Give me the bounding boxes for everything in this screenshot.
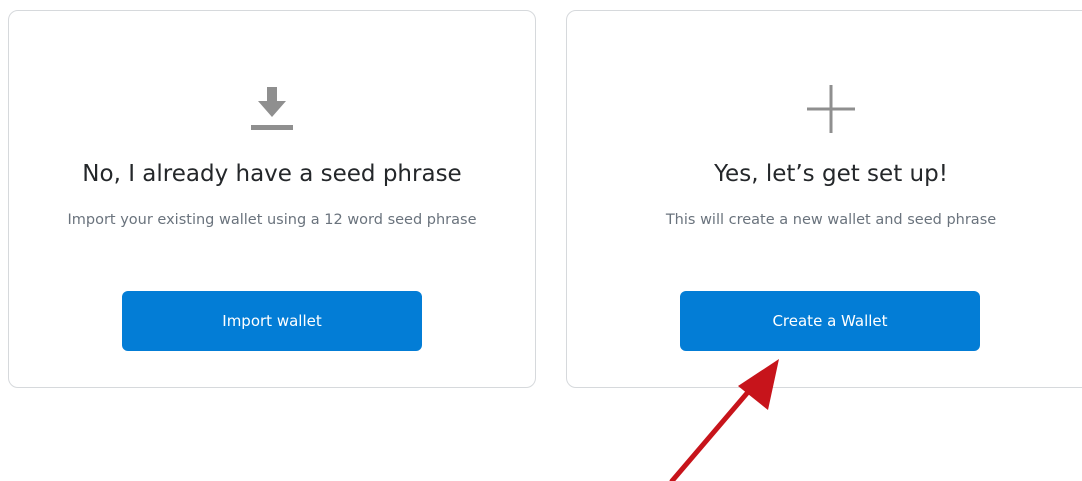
create-wallet-card: Yes, let’s get set up! This will create … <box>566 10 1082 388</box>
download-icon <box>242 79 302 139</box>
import-wallet-button[interactable]: Import wallet <box>122 291 422 351</box>
import-card-subtitle: Import your existing wallet using a 12 w… <box>67 212 477 228</box>
import-wallet-card: No, I already have a seed phrase Import … <box>8 10 536 388</box>
create-wallet-button[interactable]: Create a Wallet <box>680 291 980 351</box>
create-card-subtitle: This will create a new wallet and seed p… <box>665 212 997 228</box>
create-card-title: Yes, let’s get set up! <box>714 161 948 187</box>
import-card-title: No, I already have a seed phrase <box>82 161 462 187</box>
plus-icon <box>801 79 861 139</box>
